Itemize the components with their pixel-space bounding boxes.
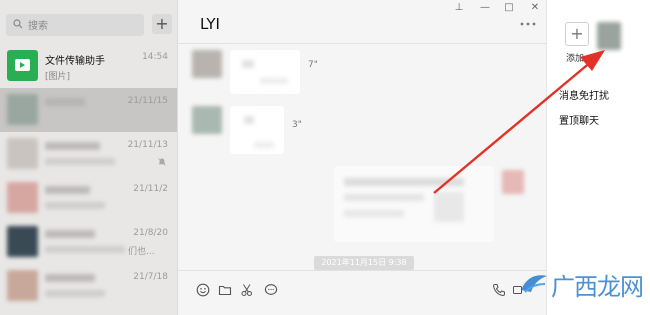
wechat-window: 搜索 + 文件传输助手 [图片] 14:54 21/11/15 21/11/13 [0, 0, 650, 315]
chat-item[interactable]: 们也... 21/8/20 [0, 220, 177, 264]
member-avatar[interactable] [597, 22, 621, 50]
avatar [7, 270, 38, 301]
chat-name: 文件传输助手 [45, 56, 105, 67]
voice-icon [242, 60, 254, 68]
message-timestamp: 2021年11月15日 9:38 [314, 256, 414, 270]
chat-preview-redacted [45, 246, 125, 253]
pin-chat-setting[interactable]: 置顶聊天 [559, 112, 599, 127]
phone-icon[interactable] [492, 283, 506, 297]
redacted [260, 78, 288, 84]
chat-history-icon[interactable] [264, 283, 278, 297]
chat-name-redacted [45, 98, 85, 106]
search-icon [13, 19, 23, 29]
watermark: 广西龙网 [519, 264, 647, 304]
chat-item-lyi[interactable]: 21/11/15 [0, 88, 177, 132]
mute-bell-icon [158, 158, 166, 166]
avatar [7, 50, 38, 81]
watermark-logo-icon [521, 275, 547, 293]
minimize-button[interactable]: — [478, 2, 492, 13]
redacted [344, 178, 464, 186]
chat-item[interactable]: 21/11/13 [0, 132, 177, 176]
chat-time: 14:54 [142, 52, 168, 62]
chat-item-file-transfer[interactable]: 文件传输助手 [图片] 14:54 [0, 44, 177, 88]
sender-avatar [192, 106, 222, 134]
chat-time: 21/8/20 [133, 228, 168, 238]
chat-preview: [图片] [45, 72, 71, 82]
chat-name-redacted [45, 274, 95, 282]
chat-preview-redacted [45, 202, 105, 209]
input-toolbar [178, 270, 546, 315]
chat-time: 21/11/2 [133, 184, 168, 194]
pin-window-button[interactable]: ⊥ [452, 2, 466, 13]
chat-name-redacted [45, 142, 100, 150]
redacted [344, 210, 404, 217]
chat-item[interactable]: 21/11/2 [0, 176, 177, 220]
folder-icon [15, 59, 30, 71]
close-button[interactable]: ✕ [528, 2, 542, 13]
chat-time: 21/7/18 [133, 272, 168, 282]
chat-name-redacted [45, 230, 95, 238]
chat-time: 21/11/15 [127, 96, 168, 106]
my-avatar [502, 170, 524, 194]
chat-panel: LYI 7" 3" 2021年11月15日 9:38 [178, 0, 546, 315]
mute-notifications-setting[interactable]: 消息免打扰 [559, 87, 609, 102]
start-chat-button[interactable]: + [152, 14, 172, 34]
redacted [434, 192, 464, 222]
voice-length: 7" [308, 60, 318, 70]
sender-avatar [192, 50, 222, 78]
avatar [7, 226, 38, 257]
watermark-text: 广西龙网 [551, 273, 644, 301]
redacted [344, 194, 424, 201]
chat-preview-redacted [45, 290, 105, 297]
scissors-icon[interactable] [240, 283, 254, 297]
search-placeholder: 搜索 [28, 21, 48, 32]
chat-name-redacted [45, 186, 90, 194]
avatar [7, 94, 38, 125]
voice-bubble[interactable] [230, 106, 284, 154]
search-row: 搜索 + [6, 14, 174, 36]
maximize-button[interactable]: □ [502, 2, 516, 13]
voice-icon [244, 116, 254, 124]
emoji-icon[interactable] [196, 283, 210, 297]
folder-icon[interactable] [218, 283, 232, 297]
card-bubble[interactable] [334, 166, 494, 242]
message-card [334, 166, 534, 246]
voice-bubble[interactable] [230, 50, 300, 94]
add-member-label: 添加 [566, 54, 585, 64]
chat-preview-redacted [45, 158, 115, 165]
redacted [254, 142, 274, 148]
conversation-list: 搜索 + 文件传输助手 [图片] 14:54 21/11/15 21/11/13 [0, 0, 178, 315]
chat-title: LYI [200, 15, 220, 33]
message-voice: 7" [192, 50, 392, 98]
more-options-icon[interactable] [520, 22, 536, 26]
chat-time: 21/11/13 [127, 140, 168, 150]
message-voice: 3" [192, 106, 392, 156]
chat-item[interactable]: 21/7/18 [0, 264, 177, 308]
chat-preview: 们也... [128, 247, 155, 257]
voice-length: 3" [292, 120, 302, 130]
search-input[interactable]: 搜索 [6, 14, 144, 36]
avatar [7, 182, 38, 213]
add-member-button[interactable]: + [565, 22, 589, 46]
avatar [7, 138, 38, 169]
